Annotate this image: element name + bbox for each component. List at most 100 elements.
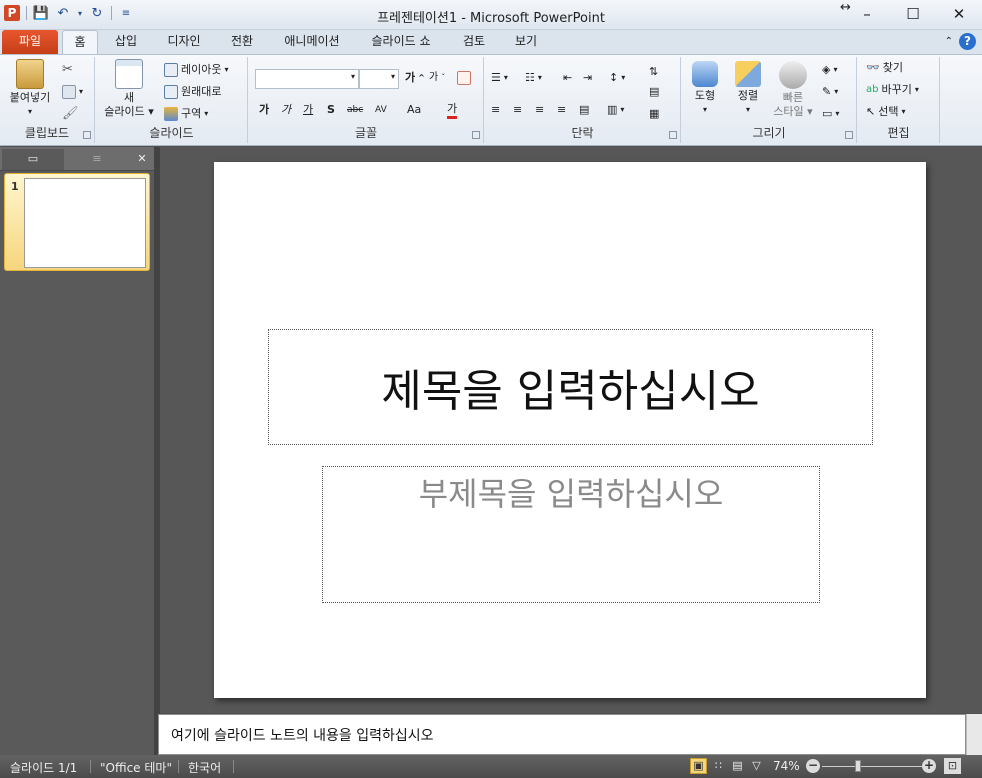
tab-design[interactable]: 디자인	[160, 30, 208, 54]
numbering-icon: ☷	[525, 71, 535, 84]
font-name-combo[interactable]: ▾	[255, 69, 359, 89]
format-painter-button[interactable]: 🖌	[62, 105, 79, 123]
smartart-button[interactable]: ▦	[649, 105, 659, 123]
quick-styles-button[interactable]: 빠른 스타일 ▾	[770, 61, 816, 119]
clipboard-launcher-icon[interactable]	[83, 131, 91, 139]
fit-to-window-button[interactable]: ⊡	[944, 758, 961, 774]
shapes-label: 도형	[694, 89, 716, 102]
reading-view-button[interactable]: ▤	[729, 758, 746, 774]
font-size-combo[interactable]: ▾	[359, 69, 399, 89]
zoom-level[interactable]: 74%	[773, 759, 800, 773]
drawing-group-label: 그리기	[752, 126, 786, 140]
tab-file[interactable]: 파일	[2, 30, 58, 54]
align-left-button[interactable]: ≡	[491, 101, 500, 119]
outline-tab-icon: ≡	[92, 152, 102, 165]
justify-icon: ≡	[557, 103, 567, 116]
decrease-indent-icon: ⇤	[563, 71, 573, 84]
help-icon[interactable]: ?	[959, 33, 976, 50]
tab-animations[interactable]: 애니메이션	[276, 30, 348, 54]
shrink-font-button[interactable]: 가ˇ	[429, 69, 445, 87]
grow-font-button[interactable]: 가 ^	[405, 69, 425, 87]
slide-sorter-button[interactable]: ∷	[710, 758, 727, 774]
char-spacing-button[interactable]: AV	[375, 101, 387, 119]
pen-outline-icon: ✎	[822, 85, 832, 98]
find-button[interactable]: 👓 찾기	[866, 59, 903, 77]
slide-thumbnail-selected[interactable]: 1	[4, 173, 150, 271]
bullets-button[interactable]: ☰ ▾	[491, 69, 508, 87]
align-text-button[interactable]: ▤	[649, 83, 659, 101]
text-direction-button[interactable]: ⇅	[649, 63, 658, 81]
change-case-button[interactable]: Aa	[407, 101, 421, 119]
distribute-button[interactable]: ▤	[579, 101, 589, 119]
font-color-button[interactable]: 가	[447, 101, 458, 119]
tab-outline[interactable]: ≡	[66, 149, 128, 170]
arrange-button[interactable]: 정렬 ▾	[728, 61, 768, 117]
columns-button[interactable]: ▥ ▾	[607, 101, 624, 119]
numbering-button[interactable]: ☷ ▾	[525, 69, 542, 87]
cut-button[interactable]: ✂	[62, 61, 76, 79]
tab-slides-thumbnails[interactable]: ▭	[2, 149, 64, 170]
align-right-button[interactable]: ≡	[535, 101, 544, 119]
tab-view[interactable]: 보기	[508, 30, 544, 54]
bold-button[interactable]: 가	[259, 101, 269, 119]
drawing-group: 도형 ▾ 정렬 ▾ 빠른 스타일 ▾ ◈ ▾ ✎ ▾ ▭ ▾ 그리기	[682, 57, 857, 143]
replace-icon: ab	[866, 84, 879, 95]
tab-transitions[interactable]: 전환	[222, 30, 262, 54]
close-button[interactable]: ✕	[936, 0, 982, 28]
normal-view-button[interactable]: ▣	[690, 758, 707, 774]
minimize-button[interactable]: –	[844, 0, 890, 28]
copy-button[interactable]: ▾	[62, 83, 83, 101]
align-center-button[interactable]: ≡	[513, 101, 522, 119]
clipboard-group-label: 클립보드	[24, 126, 70, 140]
shape-effects-button[interactable]: ▭ ▾	[822, 105, 839, 123]
shape-outline-button[interactable]: ✎ ▾	[822, 83, 838, 101]
underline-button[interactable]: 가	[303, 101, 313, 119]
drawing-launcher-icon[interactable]	[845, 131, 853, 139]
reset-button[interactable]: 원래대로	[164, 83, 221, 101]
shape-fill-button[interactable]: ◈ ▾	[822, 61, 837, 79]
tab-slideshow[interactable]: 슬라이드 쇼	[362, 30, 440, 54]
zoom-in-button[interactable]: +	[922, 759, 936, 773]
smartart-icon: ▦	[649, 107, 660, 120]
strikethrough-button[interactable]: abc	[347, 101, 363, 119]
decrease-indent-button[interactable]: ⇤	[563, 69, 572, 87]
justify-button[interactable]: ≡	[557, 101, 566, 119]
reset-label: 원래대로	[181, 85, 222, 98]
shrink-font-label: 가	[429, 72, 439, 83]
increase-indent-button[interactable]: ⇥	[583, 69, 592, 87]
minimize-ribbon-icon[interactable]: ⌃	[945, 36, 953, 47]
paragraph-launcher-icon[interactable]	[669, 131, 677, 139]
paste-button[interactable]: 붙여넣기 ▾	[4, 59, 56, 119]
clear-format-button[interactable]	[457, 69, 471, 87]
layout-button[interactable]: 레이아웃 ▾	[164, 61, 229, 79]
status-separator	[178, 760, 179, 773]
panel-tabs: ▭ ≡ ✕	[0, 147, 154, 171]
zoom-slider-track[interactable]	[822, 766, 922, 767]
section-button[interactable]: 구역 ▾	[164, 105, 208, 123]
zoom-out-button[interactable]: −	[806, 759, 820, 773]
shapes-button[interactable]: 도형 ▾	[684, 61, 726, 117]
distribute-icon: ▤	[579, 103, 590, 116]
status-bar: 슬라이드 1/1 "Office 테마" 한국어 ▣ ∷ ▤ ▽ 74% − +…	[0, 755, 982, 778]
title-placeholder[interactable]: 제목을 입력하십시오	[268, 329, 873, 445]
language-indicator[interactable]: 한국어	[188, 759, 221, 776]
shadow-button[interactable]: S	[327, 101, 335, 119]
font-launcher-icon[interactable]	[472, 131, 480, 139]
line-spacing-button[interactable]: ↕ ▾	[609, 69, 625, 87]
select-button[interactable]: ↖ 선택 ▾	[866, 103, 905, 121]
theme-name[interactable]: "Office 테마"	[100, 759, 172, 776]
replace-button[interactable]: ab 바꾸기 ▾	[866, 81, 919, 99]
close-panel-button[interactable]: ✕	[132, 149, 152, 170]
tab-home[interactable]: 홈	[62, 30, 98, 54]
zoom-slider-thumb[interactable]	[855, 760, 861, 772]
new-slide-button[interactable]: 새 슬라이드 ▾	[98, 59, 160, 119]
maximize-button[interactable]: ☐	[890, 0, 936, 28]
italic-button[interactable]: 가	[281, 101, 291, 119]
new-slide-icon	[115, 59, 143, 89]
notes-scrollbar[interactable]	[966, 714, 982, 755]
tab-insert[interactable]: 삽입	[108, 30, 144, 54]
slideshow-view-button[interactable]: ▽	[748, 758, 765, 774]
tab-review[interactable]: 검토	[456, 30, 492, 54]
subtitle-placeholder[interactable]: 부제목을 입력하십시오	[322, 466, 820, 603]
notes-pane[interactable]: 여기에 슬라이드 노트의 내용을 입력하십시오	[158, 714, 966, 755]
